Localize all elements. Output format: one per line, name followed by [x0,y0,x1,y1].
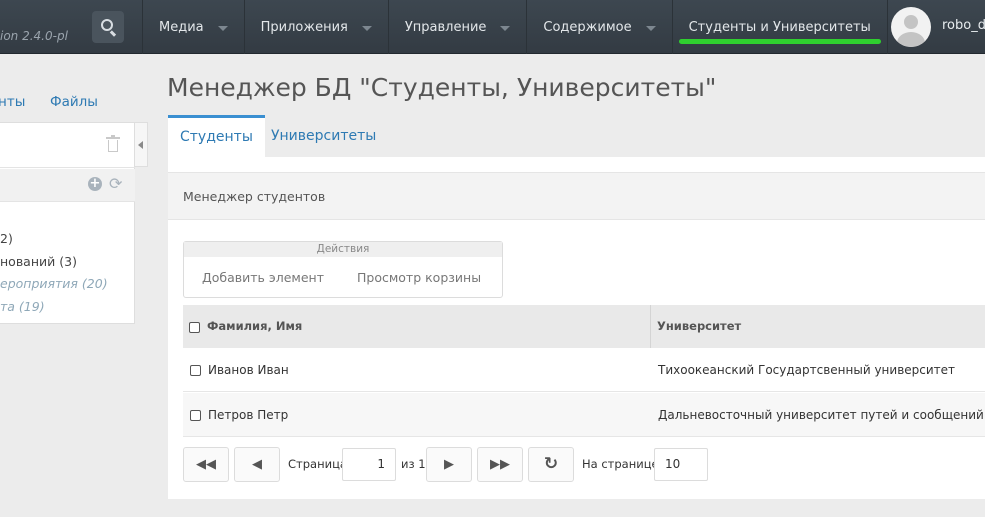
chevron-left-icon [138,141,143,149]
last-page-button[interactable]: ▶▶ [477,447,523,482]
row-checkbox[interactable] [190,410,201,421]
search-button[interactable] [92,11,124,43]
tree-item[interactable]: нований (3) [0,251,77,274]
refresh-icon: ↻ [543,454,559,474]
version-text: ion 2.4.0-pl [0,29,68,43]
chevron-left-icon: ◀ [252,457,262,472]
nav-item-manage[interactable]: Управление [387,0,527,54]
page-label: Страница [288,457,347,471]
column-header-university[interactable]: Университет [657,305,741,348]
refresh-icon[interactable]: ⟳ [109,175,122,193]
nav-item-students-universities[interactable]: Студенты и Университеты [671,0,888,54]
select-all-checkbox[interactable] [189,322,200,333]
cell-name: Иванов Иван [208,363,289,377]
nav-item-media[interactable]: Медиа [142,0,244,54]
tree-item[interactable]: ероприятия (20) [0,273,108,296]
page-title: Менеджер БД "Студенты, Университеты" [167,73,717,102]
main-nav: Медиа Приложения Управление Содержимое С… [142,0,888,54]
actions-box: Действия Добавить элемент Просмотр корзи… [183,241,503,298]
nav-item-label: Студенты и Университеты [688,19,871,35]
page-count-label: из 1 [401,457,426,471]
cell-name: Петров Петр [208,408,289,422]
nav-item-apps[interactable]: Приложения [243,0,388,54]
nav-item-label: Содержимое [543,19,632,35]
add-circle-icon[interactable]: + [88,177,102,191]
top-bar: ion 2.4.0-pl Медиа Приложения Управление… [0,0,985,54]
sidebar-toolbar: + ⟳ [0,169,135,202]
highlight-underline [678,39,881,44]
chevron-down-icon [645,25,656,31]
next-page-button[interactable]: ▶ [426,447,472,482]
tree-item[interactable]: 2) [0,228,13,251]
user-icon [904,15,918,29]
pagination-bar: ◀◀ ◀ Страница 1 из 1 ▶ ▶▶ ↻ На странице:… [183,447,985,483]
refresh-button[interactable]: ↻ [528,447,574,482]
add-element-button[interactable]: Добавить элемент [202,270,324,285]
table-row[interactable]: Петров Петр Дальневосточный университет … [183,393,985,437]
page-number-input[interactable]: 1 [342,448,396,481]
grid-header: Фамилия, Имя Университет [183,305,985,348]
students-panel: Менеджер студентов Действия Добавить эле… [168,157,985,499]
tab-students[interactable]: Студенты [168,115,265,157]
row-checkbox[interactable] [190,365,201,376]
avatar[interactable] [891,7,931,47]
sidebar-collapse-handle[interactable] [135,122,148,167]
table-row[interactable]: Иванов Иван Тихоокеанский Государтсвенны… [183,348,985,392]
per-page-label: На странице: [582,457,663,471]
sidebar-tab-files[interactable]: Файлы [50,94,98,110]
tree-item[interactable]: та (19) [0,296,45,319]
prev-page-button[interactable]: ◀ [234,447,280,482]
actions-label: Действия [184,242,502,257]
sidebar-search-row [0,123,135,168]
chevron-down-icon [217,25,228,31]
nav-item-label: Приложения [260,19,348,35]
panel-title: Менеджер студентов [183,189,326,204]
sidebar-tab-elements[interactable]: нты [0,94,25,110]
nav-item-content[interactable]: Содержимое [526,0,671,54]
chevron-right-icon: ▶ [444,457,454,472]
nav-item-label: Медиа [159,19,204,35]
double-right-icon: ▶▶ [490,457,510,472]
tab-universities[interactable]: Университеты [259,115,388,157]
nav-item-label: Управление [404,19,487,35]
chevron-down-icon [361,25,372,31]
cell-university: Дальневосточный университет путей и сооб… [658,408,984,422]
user-name[interactable]: robo_de [942,18,985,33]
view-trash-button[interactable]: Просмотр корзины [357,270,481,285]
cell-university: Тихоокеанский Государтсвенный университе… [658,363,956,377]
panel-header: Менеджер студентов [168,172,985,220]
chevron-down-icon [500,25,511,31]
per-page-input[interactable]: 10 [654,448,708,481]
trash-icon[interactable] [106,135,120,153]
first-page-button[interactable]: ◀◀ [183,447,229,482]
double-left-icon: ◀◀ [196,457,216,472]
column-header-name[interactable]: Фамилия, Имя [207,305,302,348]
